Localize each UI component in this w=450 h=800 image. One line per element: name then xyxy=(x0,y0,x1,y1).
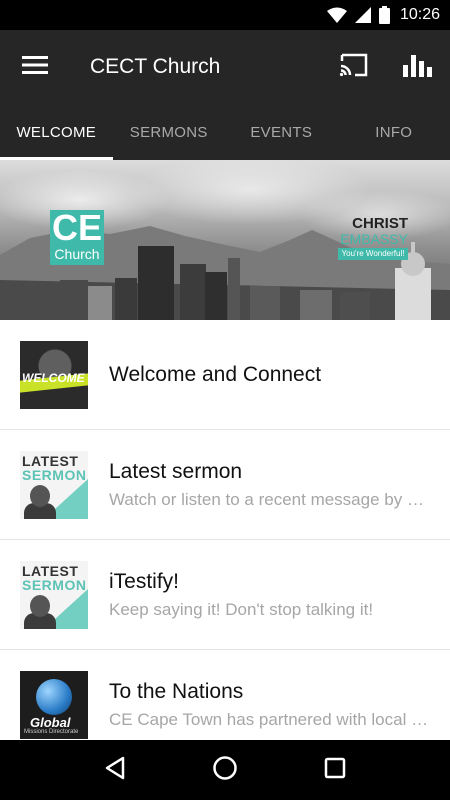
recents-button[interactable] xyxy=(305,740,365,800)
list-item-to-the-nations[interactable]: Global Missions Directorate To the Natio… xyxy=(0,650,450,740)
tab-bar: WELCOME SERMONS EVENTS INFO xyxy=(0,104,450,160)
content-list: WELCOME Welcome and Connect LATEST SERMO… xyxy=(0,320,450,740)
list-item-text: To the Nations CE Cape Town has partnere… xyxy=(109,680,450,730)
tab-sermons[interactable]: SERMONS xyxy=(113,104,226,160)
global-missions-thumbnail: Global Missions Directorate xyxy=(20,670,88,739)
home-circle-icon xyxy=(212,755,238,785)
ce-church-logo: CE Church xyxy=(50,210,104,265)
home-button[interactable] xyxy=(195,740,255,800)
list-item-subtitle: Keep saying it! Don't stop talking it! xyxy=(109,599,374,619)
latest-sermon-thumbnail: LATEST SERMON xyxy=(20,450,88,519)
list-item-subtitle: CE Cape Town has partnered with local mi… xyxy=(109,709,432,729)
embassy-line1: CHRIST xyxy=(352,215,408,232)
itestify-thumbnail: LATEST SERMON xyxy=(20,560,88,629)
list-item-subtitle: Watch or listen to a recent message by o… xyxy=(109,489,432,509)
hamburger-menu-icon xyxy=(22,56,48,78)
app-bar: CECT Church xyxy=(0,30,450,104)
header-banner: CE Church CHRIST EMBASSY You're Wonderfu… xyxy=(0,160,450,320)
christ-embassy-logo: CHRIST EMBASSY You're Wonderful! xyxy=(338,216,408,260)
list-item-welcome[interactable]: WELCOME Welcome and Connect xyxy=(0,320,450,430)
list-item-text: iTestify! Keep saying it! Don't stop tal… xyxy=(109,570,450,620)
logo-church-text: Church xyxy=(54,246,100,262)
wifi-icon xyxy=(326,7,347,23)
list-item-text: Latest sermon Watch or listen to a recen… xyxy=(109,460,450,510)
list-item-itestify[interactable]: LATEST SERMON iTestify! Keep saying it! … xyxy=(0,540,450,650)
system-nav-bar xyxy=(0,740,450,800)
tab-events[interactable]: EVENTS xyxy=(225,104,338,160)
back-button[interactable] xyxy=(85,740,145,800)
globe-icon xyxy=(36,678,72,715)
thumbnail-global-subtext: Missions Directorate xyxy=(24,728,79,735)
welcome-thumbnail: WELCOME xyxy=(20,340,88,409)
recents-square-icon xyxy=(324,757,346,783)
app-title: CECT Church xyxy=(90,55,221,78)
embassy-line2: EMBASSY xyxy=(340,231,408,247)
stats-button[interactable] xyxy=(386,30,450,104)
cast-icon xyxy=(339,53,369,81)
status-time: 10:26 xyxy=(399,6,440,23)
list-item-text: Welcome and Connect xyxy=(109,363,450,387)
status-bar: 10:26 xyxy=(0,0,450,30)
list-item-title: To the Nations xyxy=(109,679,244,703)
list-item-title: iTestify! xyxy=(109,569,180,593)
embassy-tagline: You're Wonderful! xyxy=(338,248,408,260)
list-item-title: Welcome and Connect xyxy=(109,362,322,386)
thumbnail-welcome-text: WELCOME xyxy=(22,370,85,385)
logo-ce-text: CE xyxy=(51,207,102,248)
cell-signal-icon xyxy=(354,7,371,23)
list-item-title: Latest sermon xyxy=(109,459,243,483)
back-triangle-icon xyxy=(104,756,126,784)
bar-chart-icon xyxy=(403,53,433,81)
list-item-latest-sermon[interactable]: LATEST SERMON Latest sermon Watch or lis… xyxy=(0,430,450,540)
thumbnail-global-text: Global xyxy=(30,714,71,730)
pastor-head xyxy=(30,484,50,507)
tab-welcome[interactable]: WELCOME xyxy=(0,104,113,160)
pastor-head xyxy=(30,594,50,617)
tab-info[interactable]: INFO xyxy=(338,104,450,160)
cast-button[interactable] xyxy=(322,30,386,104)
battery-icon xyxy=(378,6,390,24)
menu-button[interactable] xyxy=(0,30,70,104)
